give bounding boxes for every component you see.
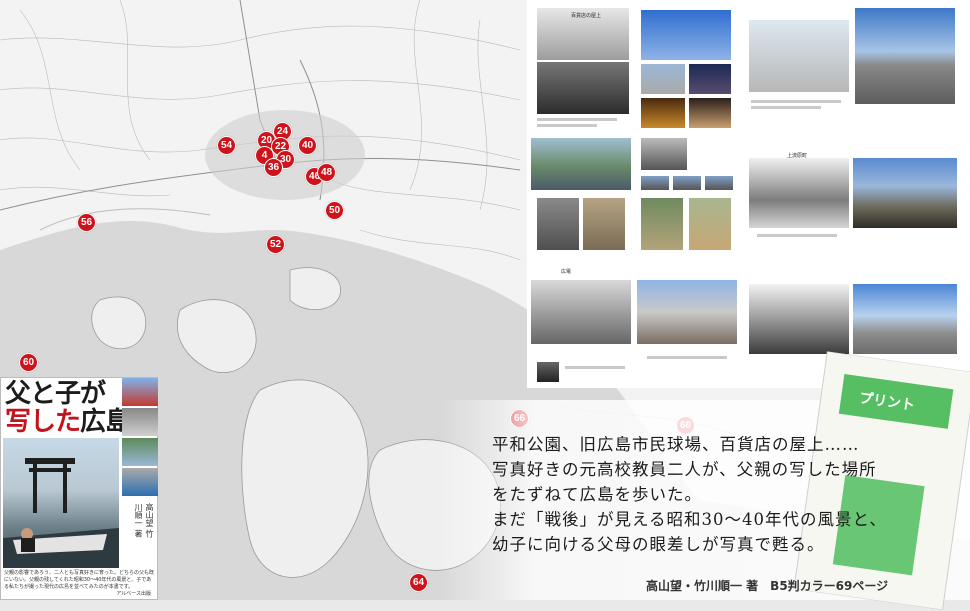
- cover-photo: [3, 438, 119, 568]
- page-thumbnail: [637, 6, 737, 132]
- map-marker: 54: [217, 136, 236, 155]
- photo: [689, 198, 731, 250]
- photo: [531, 280, 631, 344]
- description-line: をたずねて広島を歩いた。: [492, 485, 702, 504]
- cover-authors: 高山望 竹川順一 著: [134, 503, 154, 538]
- map-marker: 36: [264, 158, 283, 177]
- photo: [537, 198, 579, 250]
- photo: [641, 98, 685, 128]
- map-marker: 48: [317, 163, 336, 182]
- map-marker: 64: [409, 573, 428, 592]
- photo: [531, 138, 631, 190]
- photo: [749, 158, 849, 228]
- title-part2: 写した: [5, 407, 81, 437]
- map-marker: 52: [266, 235, 285, 254]
- book-credit: 高山望・竹川順一 著 B5判カラー69ページ: [646, 579, 889, 593]
- page-thumbnail: 百貨店の屋上: [531, 6, 631, 132]
- cover-publisher: アルベース出版: [116, 591, 151, 597]
- map-marker: 50: [325, 201, 344, 220]
- description-line: 写真好きの元高校教員二人が、父親の写した場所: [492, 460, 877, 479]
- title-part1: 父と子が: [5, 379, 106, 409]
- photo: [637, 280, 737, 344]
- page-thumbnail: 上流原町: [747, 136, 852, 262]
- page-thumbnail: [853, 136, 958, 262]
- photo: [537, 62, 629, 114]
- photo: [641, 138, 687, 170]
- map-marker: 56: [77, 213, 96, 232]
- book-title: 父と子が 写した広島: [5, 379, 131, 437]
- book-spread-preview: 百貨店の屋上 上流原町 広電: [527, 0, 970, 388]
- photo: [689, 98, 731, 128]
- photo: [749, 284, 849, 354]
- map-marker: 40: [298, 136, 317, 155]
- page-thumbnail: 広電: [531, 266, 631, 386]
- photo: [673, 176, 701, 190]
- page-thumbnail: [637, 136, 737, 262]
- photo: [855, 8, 955, 104]
- book-description: 平和公園、旧広島市民球場、百貨店の屋上…… 写真好きの元高校教員二人が、父親の写…: [492, 432, 962, 557]
- photo: [689, 64, 731, 94]
- photo: [537, 362, 559, 382]
- book-cover: 父と子が 写した広島 高山望 竹川順一 著 父親の影響であろう、二人とも写真好き…: [0, 377, 158, 600]
- map-marker: 60: [19, 353, 38, 372]
- photo-caption: 広電: [561, 269, 572, 275]
- description-line: 幼子に向ける父母の眼差しが写真で甦る。: [492, 535, 825, 554]
- photo: [749, 20, 849, 92]
- page-thumbnail: [531, 136, 631, 262]
- photo: [853, 158, 957, 228]
- photo: [641, 198, 683, 250]
- page-thumbnail: [637, 266, 737, 386]
- description-line: まだ「戦後」が見える昭和30〜40年代の風景と、: [492, 510, 887, 529]
- photo: [583, 198, 625, 250]
- page-thumbnail: [747, 6, 852, 132]
- photo: [641, 10, 731, 60]
- photo: [641, 64, 685, 94]
- photo: [641, 176, 669, 190]
- cover-side-photos: [122, 378, 158, 498]
- description-line: 平和公園、旧広島市民球場、百貨店の屋上……: [492, 435, 860, 454]
- photo: [853, 284, 957, 354]
- cover-description: 父親の影響であろう、二人とも写真好きに育った。どちらの父も既にいない。父親の残し…: [4, 570, 154, 590]
- photo: [705, 176, 733, 190]
- page-thumbnail: [853, 6, 958, 132]
- photo-caption: 百貨店の屋上: [571, 13, 602, 19]
